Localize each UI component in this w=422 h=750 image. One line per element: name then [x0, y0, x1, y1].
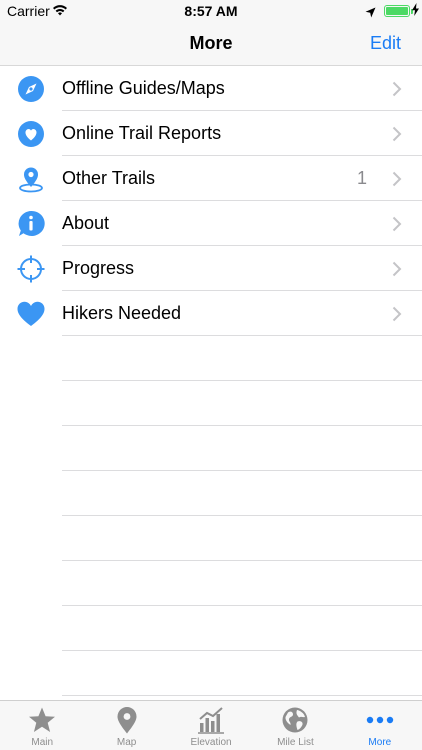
empty-row — [0, 606, 422, 651]
battery-icon — [384, 5, 410, 17]
menu-item-badge: 1 — [356, 168, 367, 188]
charging-bolt-icon — [412, 3, 419, 19]
heart-icon — [17, 300, 45, 328]
tab-label: Mile List — [277, 737, 314, 748]
status-bar: Carrier 8:57 AM — [0, 0, 422, 22]
menu-item-online-trail-reports[interactable]: Online Trail Reports — [0, 111, 422, 156]
navigation-bar: More Edit — [0, 22, 422, 66]
menu-item-label: Online Trail Reports — [62, 123, 222, 143]
star-icon — [27, 706, 57, 734]
menu-item-hikers-needed[interactable]: Hikers Needed — [0, 291, 422, 336]
empty-row — [0, 426, 422, 471]
more-dots-icon — [365, 706, 395, 734]
edit-button[interactable]: Edit — [370, 33, 401, 54]
crosshair-icon — [17, 255, 45, 283]
heart-badge-icon — [17, 120, 45, 148]
chevron-right-icon — [392, 216, 402, 232]
compass-icon — [17, 75, 45, 103]
menu-item-other-trails[interactable]: Other Trails 1 — [0, 156, 422, 201]
tab-more[interactable]: More — [338, 701, 422, 750]
tab-bar: Main Map Elevation Mile List More — [0, 700, 422, 750]
tab-label: More — [368, 737, 392, 748]
empty-row — [0, 561, 422, 606]
chevron-right-icon — [392, 306, 402, 322]
chart-icon — [196, 706, 226, 734]
tab-label: Elevation — [190, 737, 232, 748]
location-arrow-icon — [365, 5, 376, 23]
map-pin-icon — [112, 706, 142, 734]
chevron-right-icon — [392, 261, 402, 277]
empty-row — [0, 651, 422, 696]
empty-row — [0, 381, 422, 426]
menu-item-about[interactable]: About — [0, 201, 422, 246]
tab-elevation[interactable]: Elevation — [169, 701, 253, 750]
chevron-right-icon — [392, 81, 402, 97]
menu-item-progress[interactable]: Progress — [0, 246, 422, 291]
empty-row — [0, 471, 422, 516]
battery-fill — [386, 7, 408, 15]
tab-main[interactable]: Main — [0, 701, 84, 750]
clock: 8:57 AM — [184, 3, 238, 19]
menu-item-label: Progress — [62, 258, 135, 278]
tab-label: Map — [116, 737, 137, 748]
empty-row — [0, 516, 422, 561]
menu-item-label: Offline Guides/Maps — [62, 78, 225, 98]
more-menu-list: Offline Guides/Maps Online Trail Reports — [0, 66, 422, 696]
row-divider — [62, 695, 422, 696]
menu-item-label: Other Trails — [62, 168, 156, 188]
menu-item-offline-guides-maps[interactable]: Offline Guides/Maps — [0, 66, 422, 111]
page-title: More — [189, 33, 233, 53]
info-bubble-icon — [17, 210, 45, 238]
menu-item-label: About — [62, 213, 110, 233]
map-pin-icon — [17, 165, 45, 193]
empty-row — [0, 336, 422, 381]
chevron-right-icon — [392, 171, 402, 187]
chevron-right-icon — [392, 126, 402, 142]
menu-item-label: Hikers Needed — [62, 303, 182, 323]
tab-mile-list[interactable]: Mile List — [253, 701, 337, 750]
tab-map[interactable]: Map — [84, 701, 168, 750]
globe-icon — [280, 706, 310, 734]
tab-label: Main — [31, 737, 54, 748]
